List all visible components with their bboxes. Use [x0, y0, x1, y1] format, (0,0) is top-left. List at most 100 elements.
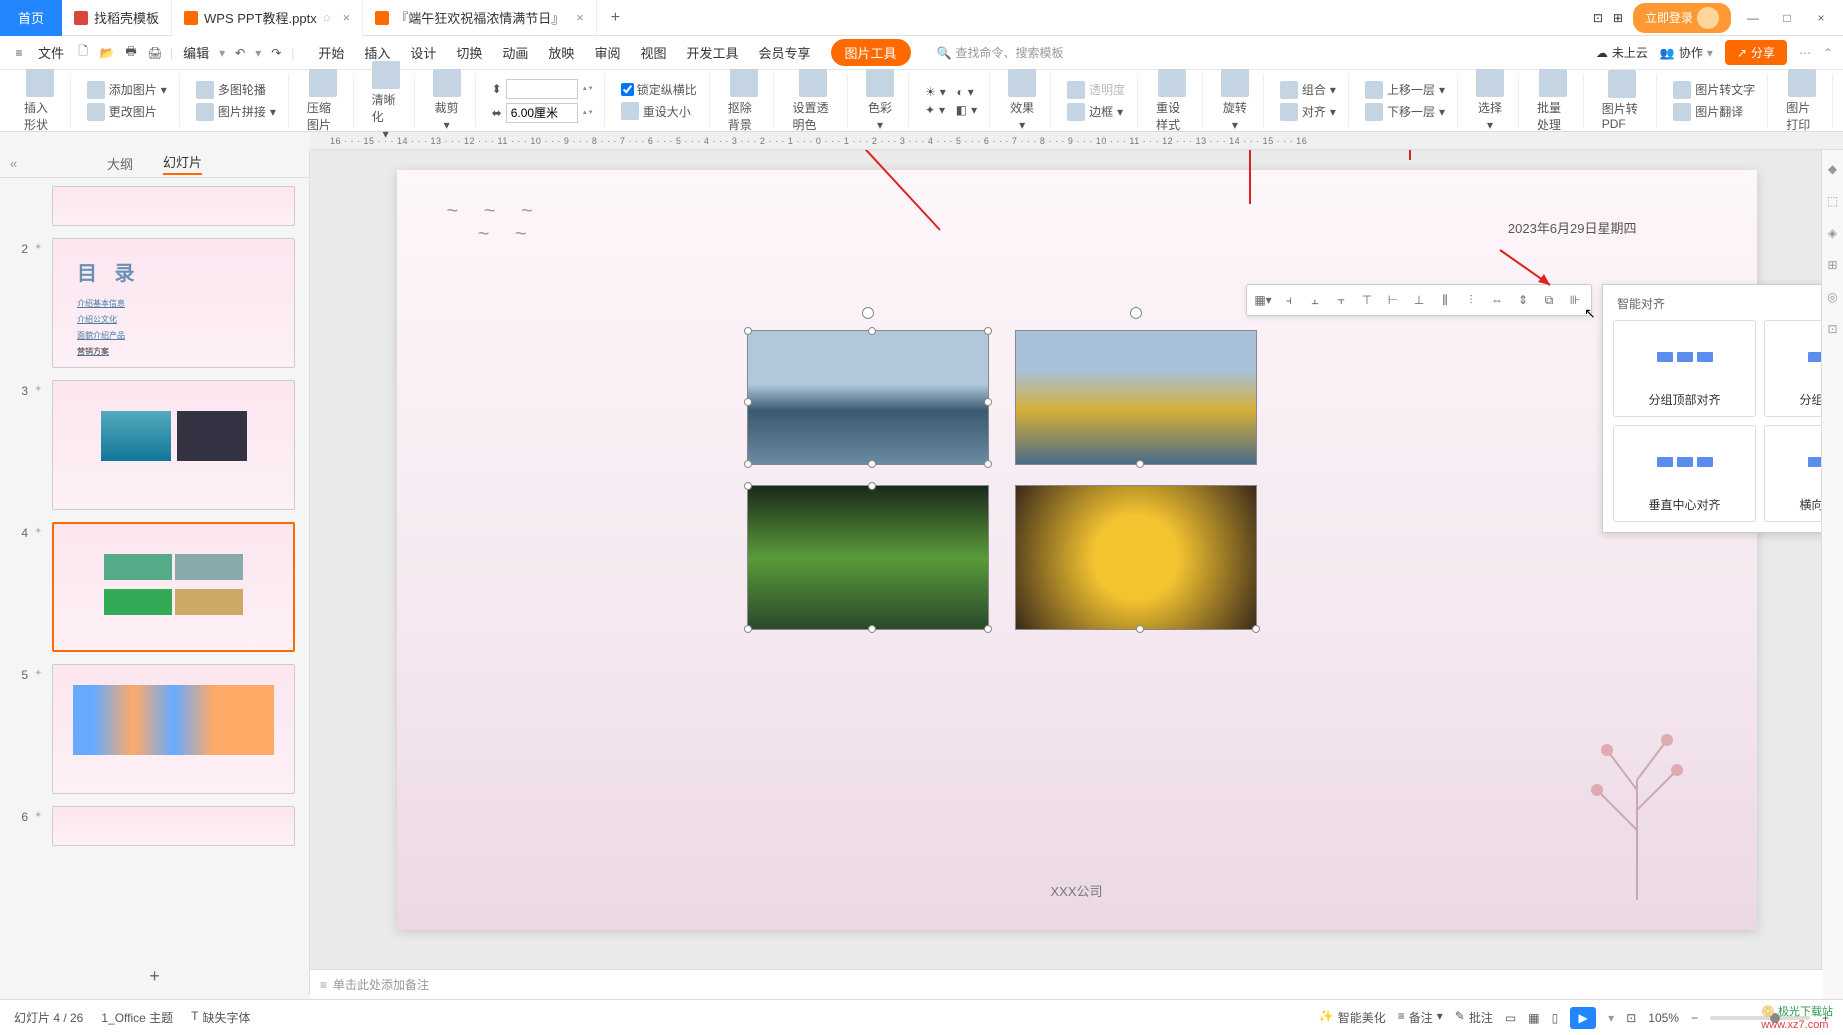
- img-to-text-button[interactable]: 图片转文字: [1669, 79, 1759, 101]
- resize-handle[interactable]: [984, 327, 992, 335]
- distribute-h-icon[interactable]: ⫼: [1433, 289, 1457, 311]
- resize-handle[interactable]: [868, 625, 876, 633]
- panel-icon[interactable]: ⬚: [1827, 194, 1838, 208]
- distribute-v-icon[interactable]: ⫶: [1459, 289, 1483, 311]
- resize-handle[interactable]: [868, 460, 876, 468]
- minimize-icon[interactable]: —: [1741, 11, 1765, 25]
- rotate-handle[interactable]: [1130, 307, 1142, 319]
- align-button[interactable]: 对齐▾: [1276, 101, 1340, 123]
- align-bottom-icon[interactable]: ⊥: [1407, 289, 1431, 311]
- zoom-level[interactable]: 105%: [1648, 1011, 1679, 1025]
- edit-menu[interactable]: 编辑: [179, 43, 213, 62]
- change-image-button[interactable]: 更改图片: [83, 101, 171, 123]
- document-tab[interactable]: WPS PPT教程.pptx ○ ×: [172, 0, 363, 36]
- resize-handle[interactable]: [744, 482, 752, 490]
- transparency-button[interactable]: 透明度: [1063, 79, 1129, 101]
- panel-icon[interactable]: ⊡: [1827, 322, 1837, 336]
- rotate-button[interactable]: 旋转▾: [1215, 67, 1255, 134]
- border-button[interactable]: 边框▾: [1063, 101, 1129, 123]
- template-tab[interactable]: 找稻壳模板: [62, 0, 172, 36]
- slide-image-1[interactable]: [747, 330, 989, 465]
- resize-handle[interactable]: [744, 460, 752, 468]
- img-print-button[interactable]: 图片打印: [1780, 67, 1824, 135]
- thumb-5[interactable]: 5✦: [14, 664, 295, 794]
- lock-ratio-checkbox[interactable]: 锁定纵横比: [617, 79, 701, 100]
- group-button[interactable]: 组合▾: [1276, 79, 1340, 101]
- tab-design[interactable]: 设计: [410, 39, 436, 66]
- remove-bg-button[interactable]: 抠除背景: [722, 67, 766, 135]
- img-translate-button[interactable]: 图片翻译: [1669, 101, 1759, 123]
- view-normal-icon[interactable]: ▭: [1505, 1011, 1516, 1025]
- panel-icon[interactable]: ◆: [1828, 162, 1837, 176]
- print-icon[interactable]: 🖨: [146, 44, 164, 62]
- resize-handle[interactable]: [984, 460, 992, 468]
- clarity-button[interactable]: 清晰化▾: [366, 59, 406, 143]
- new-icon[interactable]: 🗋: [74, 44, 92, 62]
- move-up-button[interactable]: 上移一层▾: [1361, 79, 1449, 101]
- share-button[interactable]: ↗分享: [1725, 40, 1787, 65]
- menu-icon[interactable]: ≡: [10, 44, 28, 62]
- set-transparent-button[interactable]: 设置透明色: [786, 67, 839, 135]
- resize-handle[interactable]: [744, 398, 752, 406]
- panel-collapse-icon[interactable]: «: [10, 156, 17, 171]
- resize-handle[interactable]: [868, 327, 876, 335]
- brightness-button[interactable]: ☀▾ ◐▾: [921, 83, 981, 101]
- multi-outline-button[interactable]: 多图轮播: [192, 79, 280, 101]
- align-left-icon[interactable]: ▦▾: [1251, 289, 1275, 311]
- align-center-h-icon[interactable]: ⫠: [1303, 289, 1327, 311]
- lock-ratio-input[interactable]: [621, 83, 634, 96]
- resize-handle[interactable]: [1252, 625, 1260, 633]
- tab-member[interactable]: 会员专享: [758, 39, 810, 66]
- add-slide-button[interactable]: +: [0, 958, 309, 995]
- collapse-ribbon-icon[interactable]: ⌃: [1823, 46, 1833, 60]
- align-left-icon[interactable]: ⫞: [1277, 289, 1301, 311]
- maximize-icon[interactable]: □: [1775, 11, 1799, 25]
- slides-tab[interactable]: 幻灯片: [163, 152, 202, 175]
- command-search[interactable]: 🔍 查找命令、搜索模板: [937, 44, 1064, 61]
- thumb-6[interactable]: 6✦: [14, 806, 295, 846]
- slide-image-2[interactable]: [1015, 330, 1257, 465]
- resize-handle[interactable]: [1136, 625, 1144, 633]
- height-spinner[interactable]: ▲▼: [582, 85, 592, 93]
- select-button[interactable]: 选择▾: [1470, 67, 1510, 134]
- apps-icon[interactable]: ⊞: [1613, 11, 1623, 25]
- thumb-3[interactable]: 3✦: [14, 380, 295, 510]
- close-icon[interactable]: ×: [343, 10, 351, 25]
- login-button[interactable]: 立即登录: [1633, 3, 1731, 33]
- tab-animation[interactable]: 动画: [502, 39, 528, 66]
- notes-bar[interactable]: ≡ 单击此处添加备注: [310, 969, 1823, 999]
- outline-tab[interactable]: 大纲: [107, 154, 133, 173]
- close-icon[interactable]: ×: [576, 10, 584, 25]
- view-reading-icon[interactable]: ▯: [1552, 1011, 1559, 1025]
- tab-start[interactable]: 开始: [318, 39, 344, 66]
- play-button[interactable]: ▶: [1570, 1007, 1596, 1029]
- equal-width-icon[interactable]: ⇔: [1485, 289, 1509, 311]
- thumb-2[interactable]: 2✦ 目 录介绍基本信息介绍公文化面貌介绍产品营销方案: [14, 238, 295, 368]
- resize-handle[interactable]: [744, 327, 752, 335]
- reset-style-button[interactable]: 重设样式: [1150, 67, 1194, 135]
- tab-view[interactable]: 视图: [640, 39, 666, 66]
- align-middle-icon[interactable]: ⊢: [1381, 289, 1405, 311]
- width-input[interactable]: [506, 103, 578, 123]
- image-join-button[interactable]: 图片拼接▾: [192, 101, 280, 123]
- reset-size-button[interactable]: 重设大小: [617, 100, 701, 122]
- more-icon[interactable]: ⋯: [1799, 46, 1811, 60]
- compress-button[interactable]: 压缩图片: [301, 67, 345, 135]
- effect-button[interactable]: 效果▾: [1002, 67, 1042, 134]
- tab-image-tools[interactable]: 图片工具: [831, 39, 911, 66]
- height-input[interactable]: [506, 79, 578, 99]
- save-icon[interactable]: 🖶: [122, 44, 140, 62]
- insert-shape-button[interactable]: 插入形状: [18, 67, 62, 135]
- move-down-button[interactable]: 下移一层▾: [1361, 101, 1449, 123]
- color-button[interactable]: 色彩▾: [860, 67, 900, 134]
- smart-align-option-top[interactable]: 分组顶部对齐: [1613, 320, 1756, 417]
- width-spinner[interactable]: ▲▼: [582, 109, 592, 117]
- theme-label[interactable]: 1_Office 主题: [101, 1009, 173, 1026]
- missing-font[interactable]: T缺失字体: [191, 1009, 250, 1026]
- swap-icon[interactable]: ⧉: [1537, 289, 1561, 311]
- tab-transition[interactable]: 切换: [456, 39, 482, 66]
- tab-slideshow[interactable]: 放映: [548, 39, 574, 66]
- comments-toggle[interactable]: ✎批注: [1455, 1009, 1493, 1026]
- resize-handle[interactable]: [984, 625, 992, 633]
- align-right-icon[interactable]: ⫟: [1329, 289, 1353, 311]
